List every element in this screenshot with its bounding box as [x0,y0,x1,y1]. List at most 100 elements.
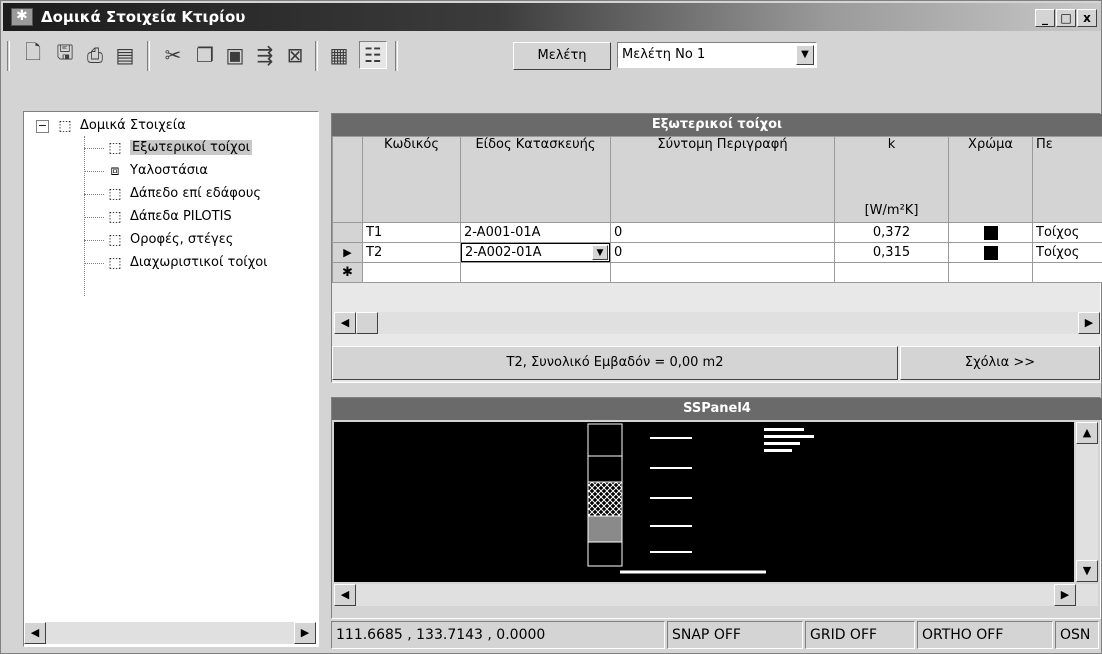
close-button[interactable]: x [1077,9,1097,27]
cell-type[interactable] [460,262,611,283]
cube-icon: ⬚ [108,139,122,156]
column-header-extra[interactable]: Πε [1032,136,1102,223]
column-header-color[interactable]: Χρώμα [948,136,1033,223]
copy-icon[interactable]: ❐ [191,41,219,69]
scroll-up-icon[interactable]: ▲ [1076,422,1098,444]
tree-connector [84,171,104,172]
grid-horizontal-scrollbar[interactable]: ◀ ▶ [334,312,1100,334]
app-icon[interactable] [11,8,33,26]
scroll-right-icon[interactable]: ▶ [1054,584,1076,606]
cube-icon: ⬚ [58,117,72,134]
scroll-thumb[interactable] [356,312,378,334]
export-icon[interactable]: ⇶ [251,41,279,69]
new-row-icon[interactable]: ✱ [332,262,363,283]
area-summary: T2, Συνολικό Εμβαδόν = 0,00 m2 [332,346,898,380]
cell-extra[interactable] [1032,262,1102,283]
tree-item-partition-walls[interactable]: ⬚ Διαχωριστικοί τοίχοι [106,253,268,273]
scroll-left-icon[interactable]: ◀ [334,584,356,606]
snap-toggle[interactable]: SNAP OFF [667,621,803,649]
maximize-button[interactable]: □ [1056,9,1076,27]
collapse-icon[interactable]: − [36,120,49,133]
study-select[interactable]: Μελέτη No 1 ▼ [617,42,817,68]
scroll-right-icon[interactable]: ▶ [294,622,316,644]
ortho-toggle[interactable]: ORTHO OFF [917,621,1053,649]
column-header-k[interactable]: k [W/m²K] [834,136,949,223]
app-window: Δομικά Στοιχεία Κτιρίου _ □ x 🗋 🖫 ⎙ ▤ ✂ … [0,0,1102,654]
tree-root[interactable]: ⬚ Δομικά Στοιχεία [56,116,186,136]
window-icon: ⧈ [110,162,120,179]
scroll-right-icon[interactable]: ▶ [1078,312,1100,334]
cell-color[interactable] [948,222,1033,243]
color-swatch [983,245,998,260]
study-button[interactable]: Μελέτη [513,42,611,70]
type-dropdown[interactable]: 2-A002-01A ▼ [461,243,610,262]
tree-item-label: Διαχωριστικοί τοίχοι [130,255,268,270]
external-walls-grid: Εξωτερικοί τοίχοι Κωδικός Είδος Κατασκευ… [331,113,1102,383]
drawing-canvas[interactable] [334,422,1074,582]
column-header-type[interactable]: Είδος Κατασκευής [460,136,611,223]
tree-item-ground-floor[interactable]: ⬚ Δάπεδο επί εδάφους [106,184,261,204]
tree-root-label: Δομικά Στοιχεία [80,118,186,133]
tree-item-glazing[interactable]: ⧈ Υαλοστάσια [106,161,208,181]
paste-icon[interactable]: ▣ [221,41,249,69]
details-view-icon[interactable]: ☷ [359,41,387,69]
minimize-button[interactable]: _ [1035,9,1055,27]
canvas-vertical-scrollbar[interactable]: ▲ ▼ [1076,422,1098,582]
scroll-left-icon[interactable]: ◀ [334,312,356,334]
table-row-new[interactable]: ✱ [332,262,1102,283]
wall-section-drawing [587,423,814,574]
save-icon[interactable]: 🖫 [51,40,79,69]
tree-item-roofs[interactable]: ⬚ Οροφές, στέγες [106,230,233,250]
comments-button[interactable]: Σχόλια >> [900,346,1100,380]
chevron-down-icon[interactable]: ▼ [592,245,608,260]
tree-item-external-walls[interactable]: ⬚ Εξωτερικοί τοίχοι [106,138,253,158]
cell-color[interactable] [948,242,1033,263]
legend-line [764,449,792,452]
cell-k[interactable] [834,262,949,283]
cube-icon: ⬚ [108,254,122,271]
column-header-code[interactable]: Κωδικός [362,136,461,223]
walls-table: Κωδικός Είδος Κατασκευής Σύντομη Περιγρα… [332,136,1102,283]
print-icon[interactable]: ⎙ [81,41,109,69]
row-selector[interactable] [332,222,363,243]
cell-code[interactable]: T1 [362,222,461,243]
drawing-panel: SSPanel4 ▲ ▼ ◀ ▶ [331,397,1102,619]
tree-item-pilotis[interactable]: ⬚ Δάπεδα PILOTIS [106,207,231,227]
row-selector-header [332,136,363,223]
toolbar-grip[interactable] [7,41,10,71]
cell-description[interactable]: 0 [610,242,835,263]
grid-toggle[interactable]: GRID OFF [805,621,915,649]
cell-description[interactable] [610,262,835,283]
scroll-left-icon[interactable]: ◀ [24,622,46,644]
grid-view-icon[interactable]: ▦ [325,41,353,69]
cube-icon: ⬚ [108,208,122,225]
chevron-down-icon[interactable]: ▼ [796,45,814,65]
print-preview-icon[interactable]: ▤ [111,41,139,69]
cut-icon[interactable]: ✂ [159,41,187,69]
title-bar[interactable]: Δομικά Στοιχεία Κτιρίου _ □ x [3,3,1101,31]
tree-item-label: Εξωτερικοί τοίχοι [130,140,253,155]
excel-icon[interactable]: ⊠ [281,41,309,69]
grid-caption: Εξωτερικοί τοίχοι [332,114,1102,136]
scroll-down-icon[interactable]: ▼ [1076,560,1098,582]
table-row[interactable]: ▶ T2 2-A002-01A ▼ 0 0,315 Τοίχος [332,242,1102,263]
status-bar: 111.6685 , 133.7143 , 0.0000 SNAP OFF GR… [331,621,1101,649]
cell-description[interactable]: 0 [610,222,835,243]
cell-code[interactable] [362,262,461,283]
table-row[interactable]: T1 2-A001-01A 0 0,372 Τοίχος [332,222,1102,243]
cell-type-editor[interactable]: 2-A002-01A ▼ [460,242,611,263]
tree-horizontal-scrollbar[interactable]: ◀ ▶ [24,622,316,644]
canvas-horizontal-scrollbar[interactable]: ◀ ▶ [334,584,1098,606]
current-row-indicator-icon[interactable]: ▶ [332,242,363,263]
cell-extra[interactable]: Τοίχος [1032,242,1102,263]
cell-type[interactable]: 2-A001-01A [460,222,611,243]
osnap-toggle[interactable]: OSN [1055,621,1099,649]
cell-extra[interactable]: Τοίχος [1032,222,1102,243]
new-document-icon[interactable]: 🗋 [19,40,47,69]
cell-k[interactable]: 0,315 [834,242,949,263]
cell-code[interactable]: T2 [362,242,461,263]
cell-color[interactable] [948,262,1033,283]
cell-k[interactable]: 0,372 [834,222,949,243]
tree-view[interactable]: − ⬚ Δομικά Στοιχεία ⬚ Εξωτερικοί τοίχοι ⧈ Υ… [23,111,319,647]
column-header-description[interactable]: Σύντομη Περιγραφή [610,136,835,223]
